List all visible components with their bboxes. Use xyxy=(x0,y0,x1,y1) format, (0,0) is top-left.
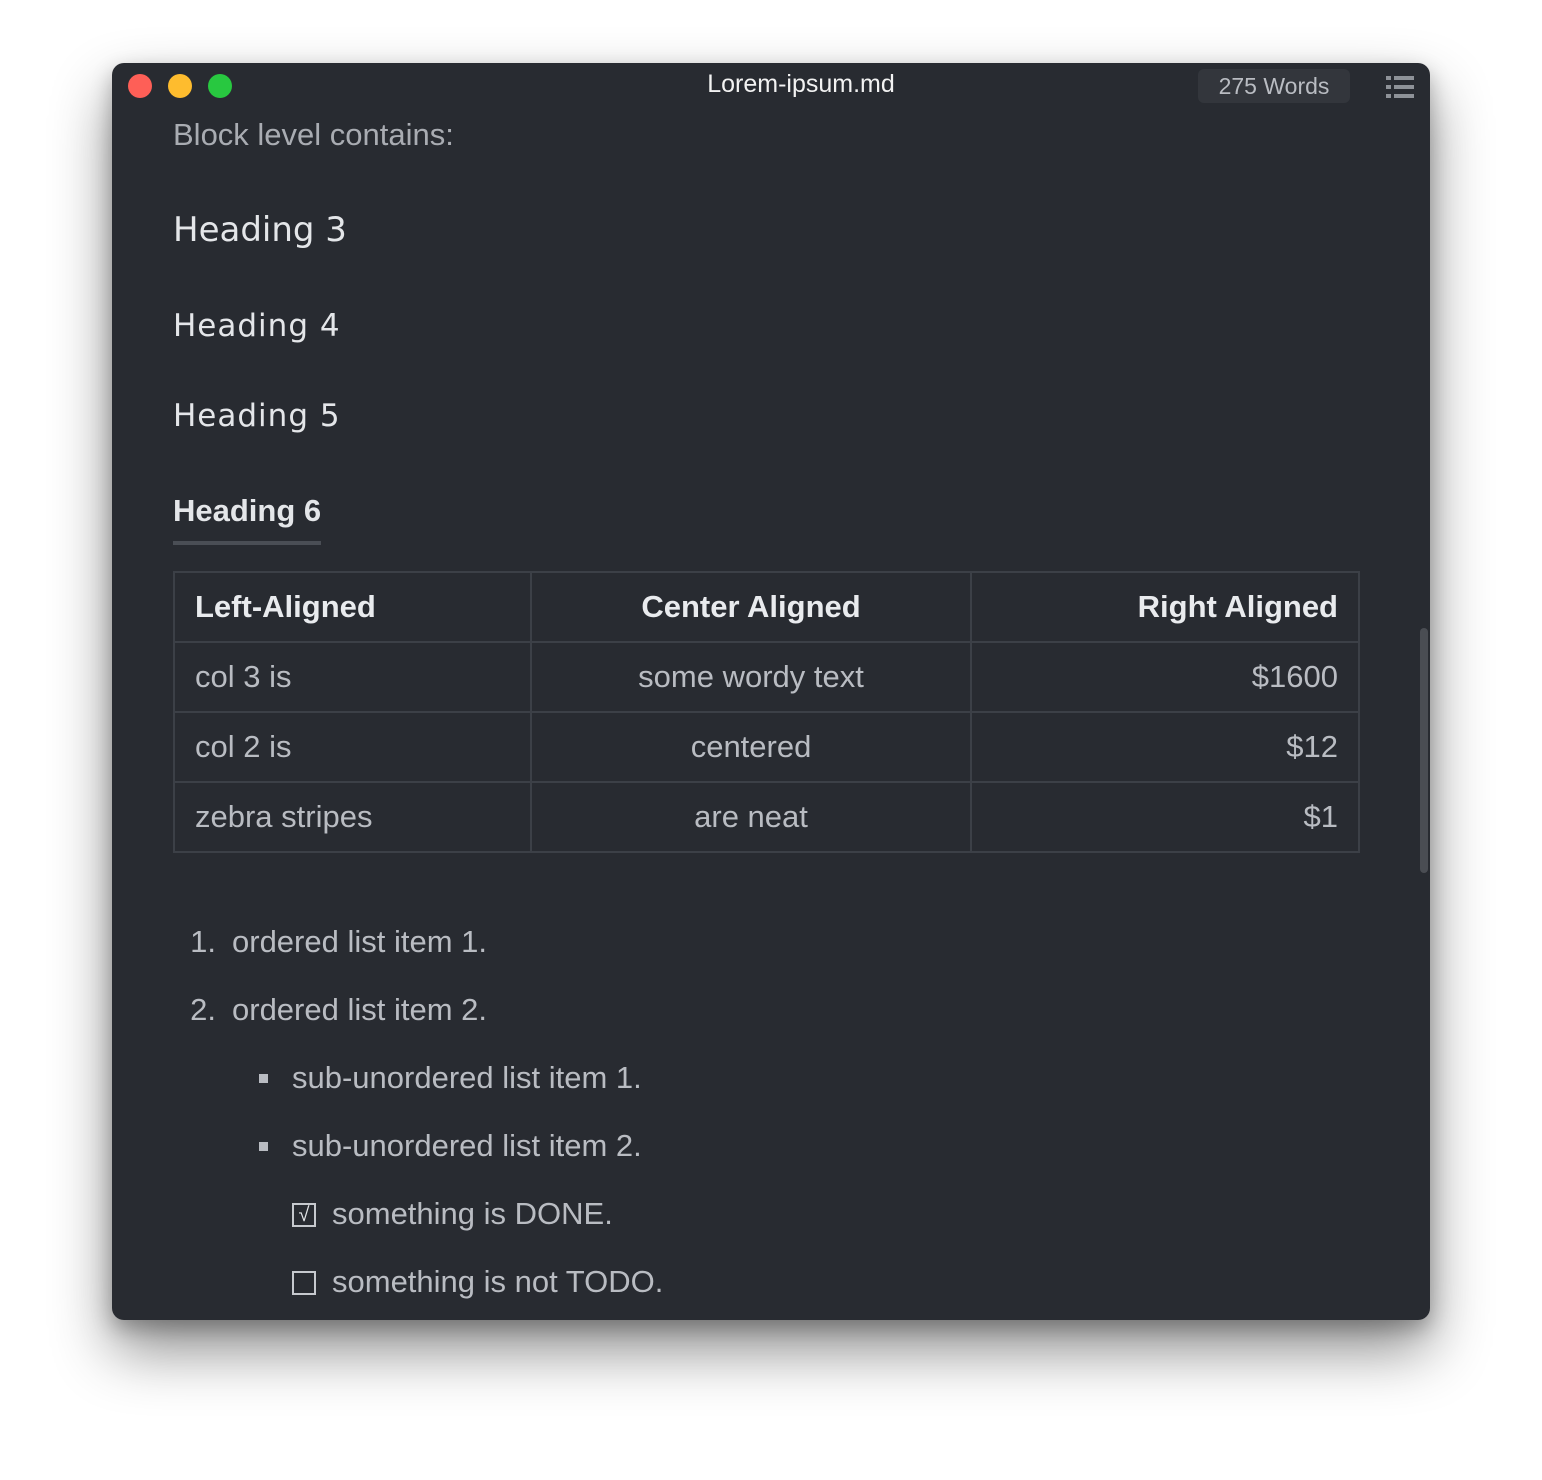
table-cell: $1 xyxy=(969,781,1361,853)
title-bar[interactable]: Lorem-ipsum.md 275 Words xyxy=(112,63,1430,107)
table-header-left: Left-Aligned xyxy=(172,571,533,643)
list-item-text: sub-unordered list item 1. xyxy=(292,1060,642,1095)
table-row: col 3 is some wordy text $1600 xyxy=(172,641,1361,713)
outline-list-icon[interactable] xyxy=(1386,75,1414,99)
word-count-badge[interactable]: 275 Words xyxy=(1198,69,1350,103)
list-item-text: ordered list item 2. xyxy=(232,992,487,1027)
list-number: 1. xyxy=(190,924,216,959)
heading-5: Heading 5 xyxy=(173,398,341,434)
list-number: 2. xyxy=(190,992,216,1027)
task-text: something is not TODO. xyxy=(332,1264,664,1299)
editor-window: Block level contains: Heading 3 Heading … xyxy=(112,63,1430,1320)
list-item-text: sub-unordered list item 2. xyxy=(292,1128,642,1163)
task-checkbox-checked[interactable]: √ xyxy=(292,1203,316,1227)
table-header-row: Left-Aligned Center Aligned Right Aligne… xyxy=(172,571,1361,643)
table-row: col 2 is centered $12 xyxy=(172,711,1361,783)
heading-3: Heading 3 xyxy=(173,210,347,250)
table-cell: are neat xyxy=(530,781,972,853)
heading-4: Heading 4 xyxy=(173,308,341,344)
document-content[interactable]: Block level contains: Heading 3 Heading … xyxy=(112,63,1430,1320)
table-header-right: Right Aligned xyxy=(969,571,1361,643)
vertical-scrollbar[interactable] xyxy=(1420,628,1428,873)
table-cell: col 2 is xyxy=(172,711,533,783)
square-bullet-icon xyxy=(259,1142,268,1151)
table-cell: $12 xyxy=(969,711,1361,783)
task-checkbox-unchecked[interactable] xyxy=(292,1271,316,1295)
table-cell: col 3 is xyxy=(172,641,533,713)
block-level-text: Block level contains: xyxy=(173,117,454,152)
table-cell: centered xyxy=(530,711,972,783)
table-header-center: Center Aligned xyxy=(530,571,972,643)
markdown-table: Left-Aligned Center Aligned Right Aligne… xyxy=(172,571,1361,853)
table-cell: $1600 xyxy=(969,641,1361,713)
list-item-text: ordered list item 1. xyxy=(232,924,487,959)
task-text: something is DONE. xyxy=(332,1196,613,1231)
square-bullet-icon xyxy=(259,1074,268,1083)
table-row: zebra stripes are neat $1 xyxy=(172,781,1361,853)
table-cell: zebra stripes xyxy=(172,781,533,853)
heading-6: Heading 6 xyxy=(173,491,322,545)
table-cell: some wordy text xyxy=(530,641,972,713)
